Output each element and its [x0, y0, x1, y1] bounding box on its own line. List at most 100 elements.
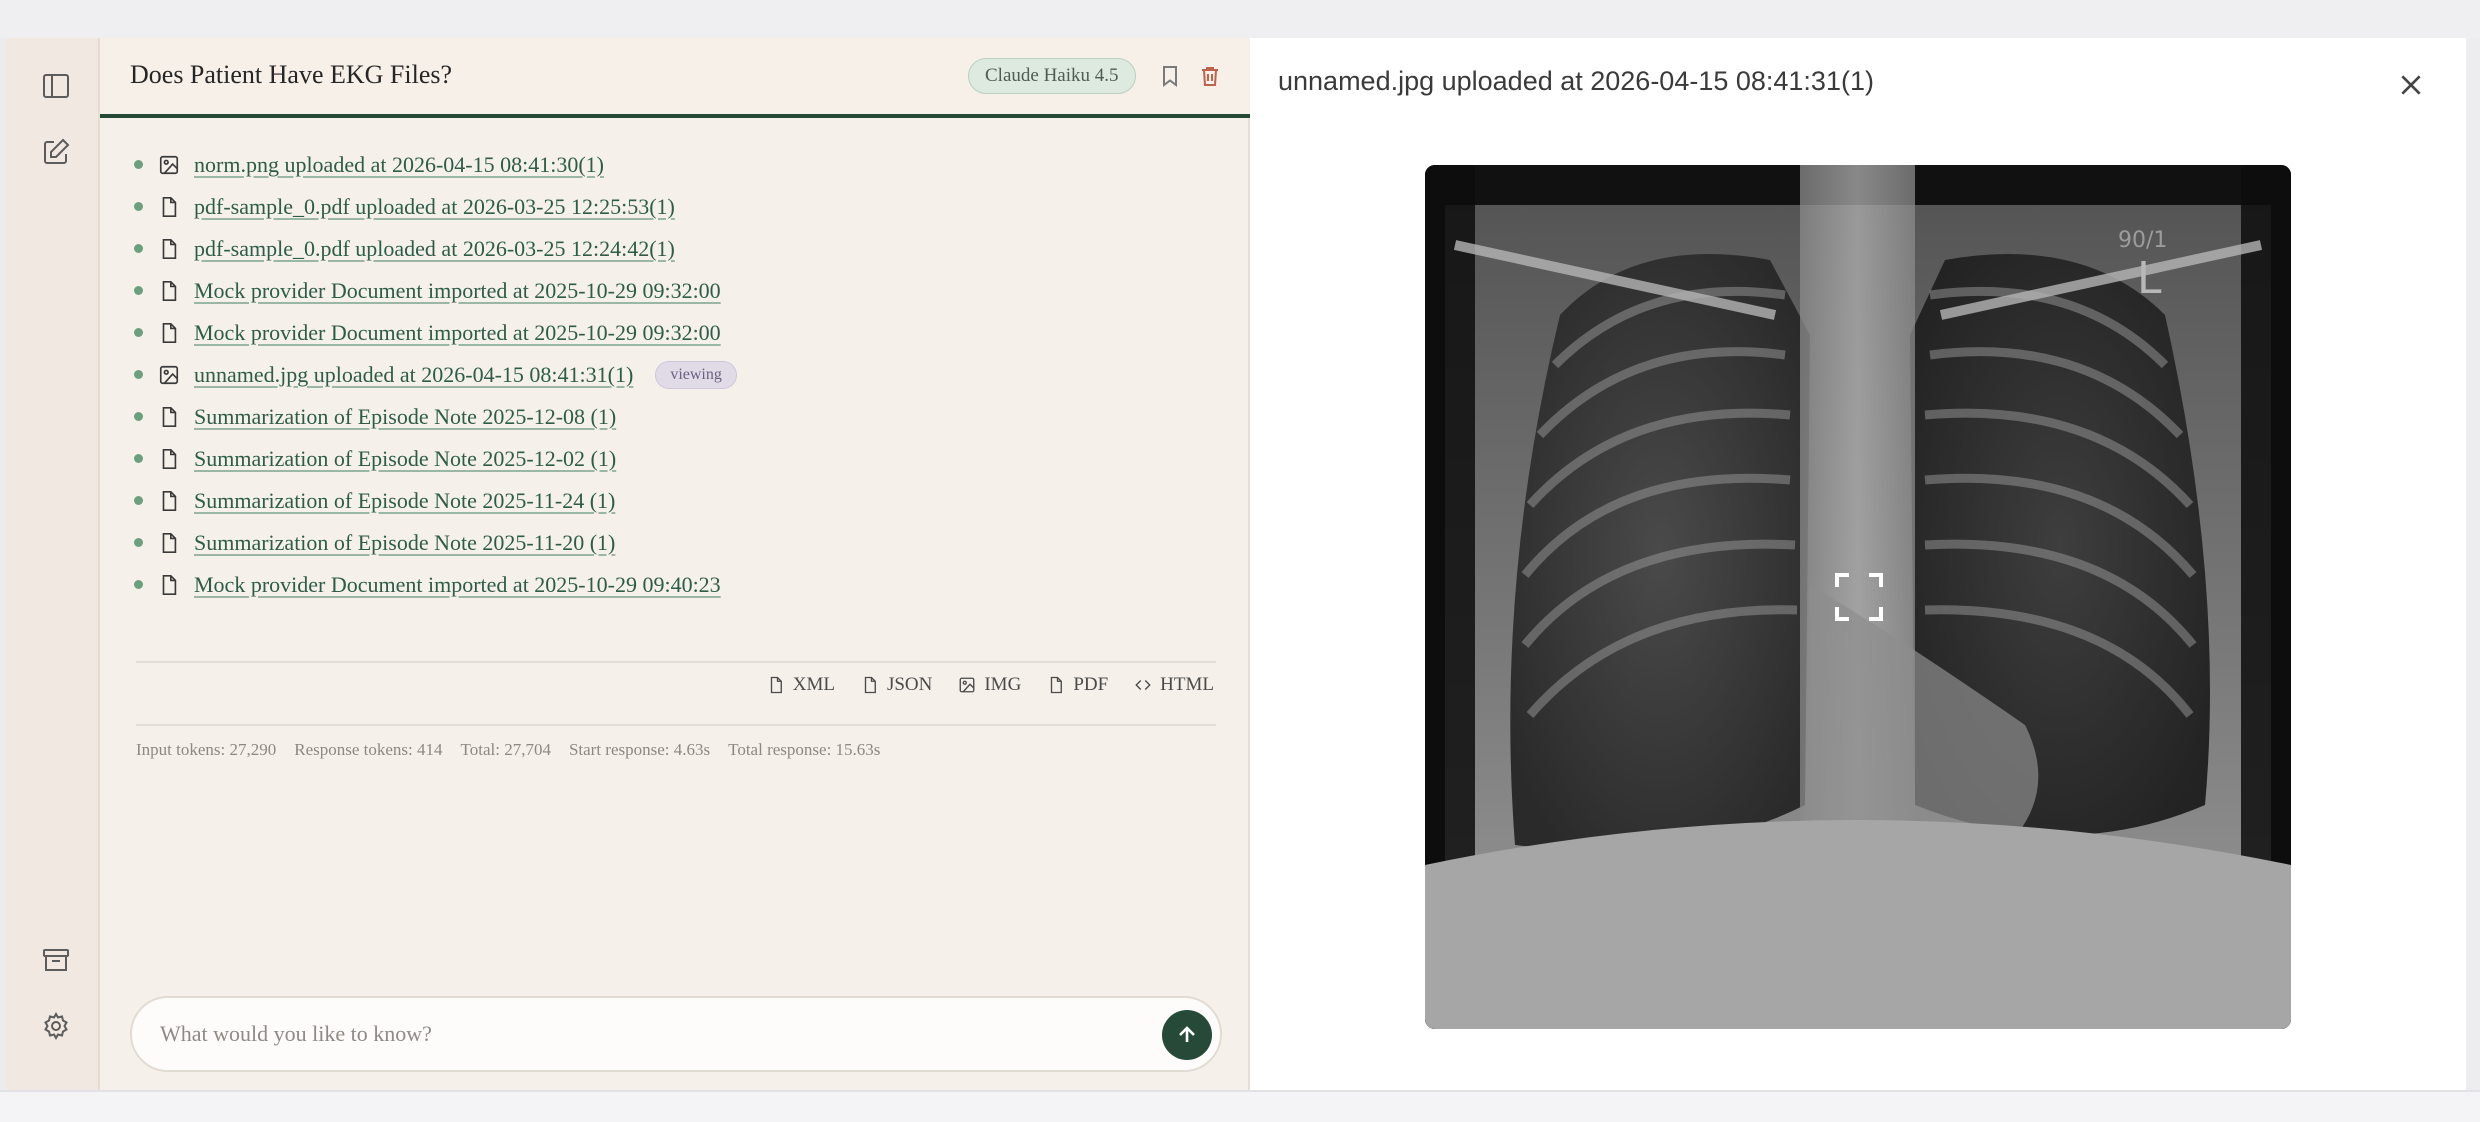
- file-icon: [864, 676, 876, 694]
- document-link[interactable]: Summarization of Episode Note 2025-12-08…: [194, 404, 616, 430]
- bullet: [134, 454, 143, 463]
- edit-icon: [44, 138, 70, 164]
- code-icon: [1135, 680, 1151, 690]
- export-html-button[interactable]: HTML: [1134, 674, 1214, 696]
- archive-icon: [43, 949, 69, 971]
- document-item: Summarization of Episode Note 2025-11-24…: [134, 480, 1234, 522]
- document-item: Mock provider Document imported at 2025-…: [134, 312, 1234, 354]
- document-item: Mock provider Document imported at 2025-…: [134, 564, 1234, 606]
- settings-button[interactable]: [34, 1004, 78, 1048]
- expand-icon: [1835, 573, 1883, 621]
- chat-header: Does Patient Have EKG Files? Claude Haik…: [100, 38, 1250, 118]
- bullet: [134, 538, 143, 547]
- bullet: [134, 370, 143, 379]
- chat-input[interactable]: [160, 1014, 1100, 1054]
- viewing-badge: viewing: [655, 361, 737, 389]
- document-list: norm.png uploaded at 2026-04-15 08:41:30…: [134, 144, 1234, 606]
- bullet: [134, 286, 143, 295]
- file-icon: [1051, 676, 1063, 694]
- document-link[interactable]: pdf-sample_0.pdf uploaded at 2026-03-25 …: [194, 236, 675, 262]
- document-link[interactable]: unnamed.jpg uploaded at 2026-04-15 08:41…: [194, 362, 633, 388]
- document-item: pdf-sample_0.pdf uploaded at 2026-03-25 …: [134, 186, 1234, 228]
- file-icon: [770, 676, 782, 694]
- document-link[interactable]: Mock provider Document imported at 2025-…: [194, 572, 721, 598]
- export-pdf-button[interactable]: PDF: [1047, 674, 1108, 696]
- document-item: Summarization of Episode Note 2025-12-08…: [134, 396, 1234, 438]
- stat-item: Total response: 15.63s: [728, 740, 881, 759]
- document-item: Mock provider Document imported at 2025-…: [134, 270, 1234, 312]
- document-link[interactable]: Summarization of Episode Note 2025-11-24…: [194, 488, 615, 514]
- document-link[interactable]: Mock provider Document imported at 2025-…: [194, 278, 721, 304]
- token-stats: Input tokens: 27,290 Response tokens: 414…: [136, 740, 880, 760]
- archive-button[interactable]: [34, 938, 78, 982]
- stat-item: Total: 27,704: [460, 740, 551, 759]
- export-img-button[interactable]: IMG: [958, 674, 1021, 696]
- xray-side-marker: L: [2137, 253, 2162, 304]
- bookmark-icon: [1163, 66, 1177, 87]
- viewer-title: unnamed.jpg uploaded at 2026-04-15 08:41…: [1278, 66, 1874, 96]
- right-edge: [2466, 38, 2480, 1090]
- document-item: unnamed.jpg uploaded at 2026-04-15 08:41…: [134, 354, 1234, 396]
- xray-marker-text: 90/1: [2118, 228, 2167, 253]
- export-formats: XML JSON IMG PDF HTML: [767, 674, 1214, 696]
- document-item: norm.png uploaded at 2026-04-15 08:41:30…: [134, 144, 1234, 186]
- xray-image[interactable]: 90/1 L: [1425, 165, 2291, 1029]
- new-chat-button[interactable]: [34, 130, 78, 174]
- image-icon: [158, 364, 180, 386]
- file-icon: [158, 322, 180, 344]
- file-icon: [158, 196, 180, 218]
- file-icon: [158, 532, 180, 554]
- export-label: HTML: [1160, 674, 1214, 695]
- export-json-button[interactable]: JSON: [861, 674, 932, 696]
- image-icon: [158, 154, 180, 176]
- file-icon: [158, 406, 180, 428]
- stat-item: Response tokens: 414: [294, 740, 443, 759]
- bullet: [134, 328, 143, 337]
- model-badge[interactable]: Claude Haiku 4.5: [968, 58, 1136, 94]
- file-icon: [158, 238, 180, 260]
- export-label: XML: [792, 674, 835, 695]
- document-link[interactable]: norm.png uploaded at 2026-04-15 08:41:30…: [194, 152, 604, 178]
- bottom-strip: [0, 1090, 2480, 1122]
- bullet: [134, 496, 143, 505]
- sidebar-icon: [43, 74, 69, 98]
- delete-button[interactable]: [1195, 61, 1225, 91]
- divider: [136, 724, 1216, 726]
- top-strip: [0, 0, 2480, 38]
- file-icon: [158, 574, 180, 596]
- gear-icon: [44, 1011, 68, 1041]
- document-viewer: unnamed.jpg uploaded at 2026-04-15 08:41…: [1250, 38, 2466, 1090]
- document-link[interactable]: Mock provider Document imported at 2025-…: [194, 320, 721, 346]
- close-viewer-button[interactable]: [2394, 68, 2428, 102]
- image-icon: [959, 677, 975, 693]
- document-link[interactable]: Summarization of Episode Note 2025-11-20…: [194, 530, 615, 556]
- bullet: [134, 160, 143, 169]
- app-window: Does Patient Have EKG Files? Claude Haik…: [0, 0, 2480, 1122]
- export-label: IMG: [984, 674, 1022, 695]
- document-item: pdf-sample_0.pdf uploaded at 2026-03-25 …: [134, 228, 1234, 270]
- file-icon: [158, 280, 180, 302]
- left-rail: [6, 38, 100, 1090]
- stat-item: Start response: 4.63s: [568, 740, 711, 759]
- send-button[interactable]: [1162, 1010, 1212, 1060]
- export-label: JSON: [886, 674, 933, 695]
- bullet: [134, 244, 143, 253]
- sidebar-toggle-button[interactable]: [34, 64, 78, 108]
- file-icon: [158, 490, 180, 512]
- expand-image-button[interactable]: [1833, 571, 1885, 623]
- trash-icon: [1202, 67, 1218, 86]
- divider: [136, 661, 1216, 663]
- document-link[interactable]: pdf-sample_0.pdf uploaded at 2026-03-25 …: [194, 194, 675, 220]
- document-link[interactable]: Summarization of Episode Note 2025-12-02…: [194, 446, 616, 472]
- bookmark-button[interactable]: [1155, 61, 1185, 91]
- file-icon: [158, 448, 180, 470]
- close-icon: [2401, 75, 2421, 95]
- chat-input-box: [130, 996, 1222, 1072]
- stat-item: Input tokens: 27,290: [136, 740, 277, 759]
- export-xml-button[interactable]: XML: [767, 674, 835, 696]
- document-item: Summarization of Episode Note 2025-11-20…: [134, 522, 1234, 564]
- bullet: [134, 202, 143, 211]
- export-label: PDF: [1073, 674, 1109, 695]
- document-item: Summarization of Episode Note 2025-12-02…: [134, 438, 1234, 480]
- chat-panel: Does Patient Have EKG Files? Claude Haik…: [100, 38, 1250, 1090]
